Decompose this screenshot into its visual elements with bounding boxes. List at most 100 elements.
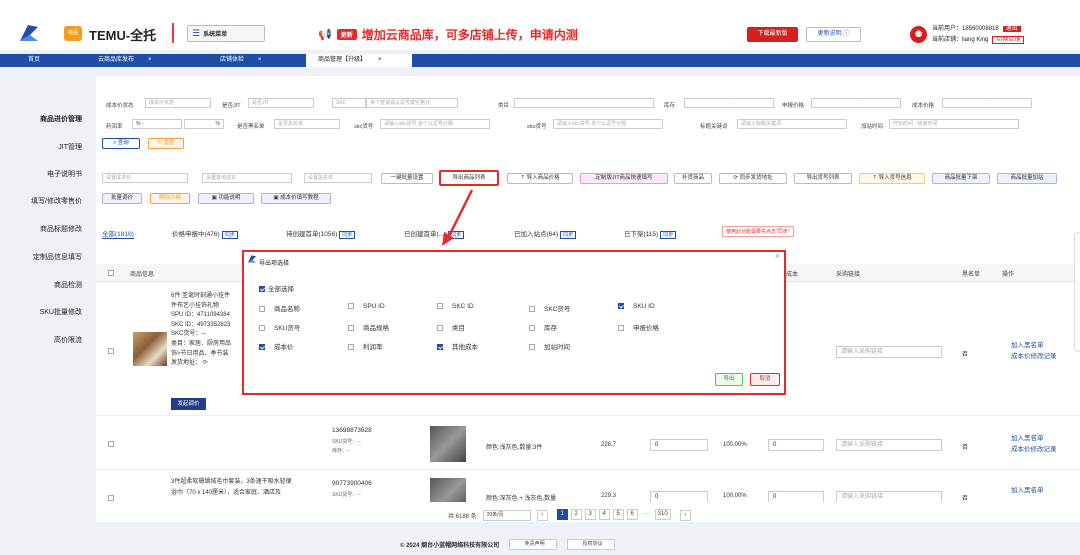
- set-other-cost-input[interactable]: 设置其他成本: [202, 173, 292, 183]
- page-size-select[interactable]: 20条/页: [482, 509, 531, 521]
- sync-button[interactable]: 同步: [560, 231, 577, 239]
- date-range-input[interactable]: 开始时间 - 结束时间: [889, 119, 1019, 129]
- restock-button[interactable]: 补货商品: [674, 173, 712, 184]
- cost-input[interactable]: 0: [650, 439, 708, 451]
- page-button[interactable]: 1: [556, 509, 568, 520]
- export-option-checkbox[interactable]: SPU ID: [348, 303, 385, 310]
- status-tab-all[interactable]: 全部(1810): [102, 228, 134, 239]
- sync-button[interactable]: 同步: [660, 231, 677, 239]
- export-option-checkbox[interactable]: 库存: [529, 322, 557, 332]
- sidebar-item-cost-manage[interactable]: 商品进价管理: [40, 114, 82, 124]
- export-option-checkbox[interactable]: SKU货号: [259, 322, 300, 332]
- tab-store-check[interactable]: 店铺体检 ×: [220, 54, 262, 67]
- sync-button[interactable]: 同步: [221, 231, 238, 239]
- sidebar-item-manual[interactable]: 电子说明书: [47, 169, 82, 179]
- batch-adjust-price-button[interactable]: 批量调价: [102, 193, 142, 204]
- export-product-list-button[interactable]: 导出商品列表: [439, 170, 499, 186]
- system-menu-button[interactable]: ☰ 系统菜单: [187, 25, 265, 42]
- feature-guide-button[interactable]: ▣ 功能说明: [198, 193, 254, 204]
- row-checkbox[interactable]: [108, 441, 114, 447]
- select-all-checkbox[interactable]: 全部选择: [259, 283, 294, 293]
- purchase-link-input[interactable]: 请输入采购链接: [836, 491, 942, 502]
- set-blacklist-select[interactable]: 设置黑名单: [304, 173, 372, 183]
- cancel-button[interactable]: 取消: [750, 373, 780, 386]
- select-all-checkbox[interactable]: [108, 270, 114, 276]
- export-option-checkbox[interactable]: SKC货号: [529, 303, 570, 313]
- sku-code-input[interactable]: 请输入sku货号,多个以逗号分隔: [553, 119, 663, 129]
- row-checkbox[interactable]: [108, 348, 114, 354]
- close-icon[interactable]: ×: [148, 57, 152, 63]
- export-confirm-button[interactable]: 导出: [715, 373, 743, 386]
- tab-home[interactable]: 首页: [28, 54, 40, 67]
- add-blacklist-link[interactable]: 加入黑名单: [1011, 433, 1057, 444]
- import-price-button[interactable]: ⇡ 导入商品价格: [507, 173, 573, 184]
- prev-page-button[interactable]: ‹: [536, 509, 548, 521]
- sidebar-item-custom-info[interactable]: 定制品信息填写: [33, 252, 82, 262]
- export-option-checkbox[interactable]: 类目: [437, 322, 465, 332]
- blacklist-select[interactable]: 是否黑名单: [274, 119, 340, 129]
- sidebar-item-price-limit[interactable]: 高价限流: [54, 335, 82, 345]
- skc-query-input[interactable]: 多个查询请以逗号或空格分: [366, 98, 458, 108]
- sidebar-item-retail-price[interactable]: 填写/修改零售价: [31, 196, 82, 206]
- logout-button[interactable]: 退出: [1002, 26, 1021, 32]
- export-option-checkbox[interactable]: 加站时间: [529, 341, 570, 351]
- import-code-button[interactable]: ⇡ 导入货号信息: [859, 173, 925, 184]
- search-button[interactable]: ⌕ 查询: [102, 138, 140, 149]
- batch-add-site-button[interactable]: 商品批量加站: [997, 173, 1057, 184]
- close-icon[interactable]: ×: [775, 251, 780, 261]
- export-option-checkbox[interactable]: 申报价格: [618, 322, 659, 332]
- stock-range[interactable]: -: [684, 98, 774, 108]
- profit-max[interactable]: %: [184, 119, 224, 129]
- license-link[interactable]: 授权协议: [567, 539, 616, 550]
- export-option-checkbox[interactable]: 商品规格: [348, 322, 389, 332]
- export-option-checkbox[interactable]: 商品名称: [259, 303, 300, 313]
- sync-button[interactable]: 同步: [339, 231, 356, 239]
- switch-store-button[interactable]: 切换店铺: [992, 36, 1025, 44]
- jit-select[interactable]: 是否JIT: [248, 98, 314, 108]
- page-button[interactable]: 3: [584, 509, 596, 520]
- download-latest-button[interactable]: 下载最新版: [747, 27, 798, 42]
- cost-status-select[interactable]: 成本价状态: [145, 98, 211, 108]
- sku-thumbnail[interactable]: [430, 426, 466, 462]
- page-button[interactable]: 310: [654, 509, 671, 520]
- sidebar-item-jit[interactable]: JIT管理: [58, 142, 82, 152]
- tab-product-manage[interactable]: 商品管理【升级】 ×: [306, 54, 412, 67]
- sidebar-item-sku-batch[interactable]: SKU批量修改: [40, 307, 82, 317]
- export-option-checkbox[interactable]: 成本价: [259, 341, 294, 351]
- product-thumbnail[interactable]: [133, 332, 167, 366]
- cost-tutorial-button[interactable]: ▣ 成本价填写教程: [261, 193, 331, 204]
- initiate-adjust-button[interactable]: 发起调价: [171, 398, 206, 410]
- tab-cloud-publish[interactable]: 云商品库发布 ×: [98, 54, 152, 67]
- export-option-checkbox[interactable]: SKU ID: [618, 303, 655, 310]
- sync-address-button[interactable]: ⟳ 同步发货地址: [719, 173, 787, 184]
- export-option-checkbox[interactable]: 利润率: [348, 341, 383, 351]
- profit-min[interactable]: % -: [132, 119, 182, 129]
- cost-history-link[interactable]: 成本价修改记录: [1011, 351, 1057, 362]
- status-tab-pending-order[interactable]: 待创建首单(1056) 同步: [286, 228, 356, 239]
- sidebar-item-product-check[interactable]: 商品检测: [54, 280, 82, 290]
- status-tab-unlisted[interactable]: 已下架(115) 同步: [624, 228, 677, 239]
- side-scroll-handle[interactable]: [1074, 232, 1080, 352]
- refresh-icon[interactable]: ⟳: [203, 360, 208, 366]
- batch-set-button[interactable]: 一键批量设置: [381, 173, 433, 184]
- batch-unlist-button[interactable]: 商品批量下架: [932, 173, 990, 184]
- set-cost-input[interactable]: 设置成本价: [102, 173, 188, 183]
- cost-history-link[interactable]: 成本价修改记录: [1011, 444, 1057, 455]
- purchase-link-input[interactable]: 请输入采购链接: [836, 439, 942, 451]
- other-cost-input[interactable]: 0: [768, 439, 824, 451]
- skc-code-input[interactable]: 请输入skc货号,多个以逗号分隔: [380, 119, 490, 129]
- title-keyword-input[interactable]: 请输入标题关键词: [737, 119, 847, 129]
- sku-thumbnail[interactable]: [430, 478, 466, 502]
- other-cost-input[interactable]: 0: [768, 491, 824, 502]
- add-blacklist-link[interactable]: 加入黑名单: [1011, 485, 1044, 496]
- add-blacklist-link[interactable]: 加入黑名单: [1011, 340, 1057, 351]
- page-button[interactable]: 5: [612, 509, 624, 520]
- disclaimer-link[interactable]: 免责声明: [509, 539, 558, 550]
- close-icon[interactable]: ×: [258, 57, 262, 63]
- delete-price-button[interactable]: 删除价格: [150, 193, 190, 204]
- custom-jit-fill-button[interactable]: 定制版JIT商品快速填写: [580, 173, 668, 184]
- reset-button[interactable]: ⟲ 重置: [148, 138, 184, 149]
- sidebar-item-title-edit[interactable]: 商品标题修改: [40, 224, 82, 234]
- page-button[interactable]: 6: [626, 509, 638, 520]
- page-button[interactable]: 2: [570, 509, 582, 520]
